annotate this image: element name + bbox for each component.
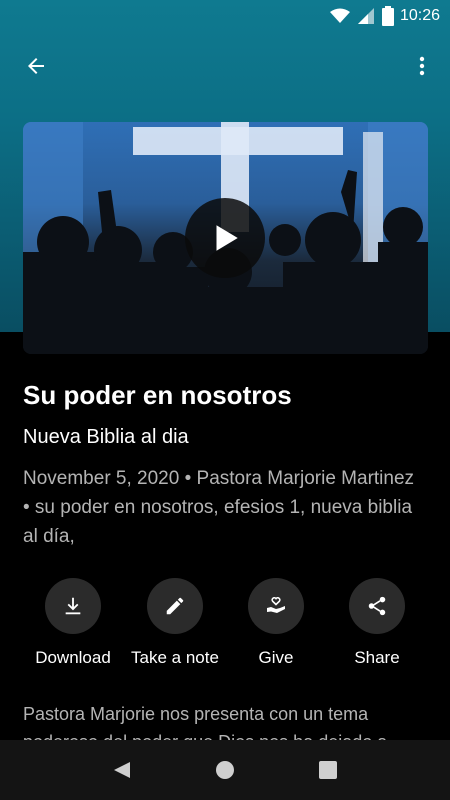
back-button[interactable] bbox=[16, 46, 56, 86]
media-title: Su poder en nosotros bbox=[23, 380, 292, 410]
give-heart-hand-icon bbox=[267, 596, 285, 613]
download-label: Download bbox=[35, 648, 111, 667]
give-circle bbox=[248, 578, 304, 634]
nav-recents-button[interactable] bbox=[304, 746, 352, 794]
play-icon bbox=[216, 225, 238, 251]
arrow-back-icon bbox=[28, 58, 44, 74]
status-icons bbox=[329, 6, 394, 26]
pencil-icon bbox=[166, 597, 184, 615]
share-label: Share bbox=[354, 648, 400, 667]
download-icon bbox=[65, 597, 81, 615]
take-note-label: Take a note bbox=[131, 648, 219, 667]
battery-icon bbox=[381, 6, 394, 26]
more-vert-icon bbox=[419, 56, 425, 76]
nav-home-button[interactable] bbox=[201, 746, 249, 794]
share-button[interactable]: Share bbox=[322, 578, 432, 674]
give-label: Give bbox=[258, 648, 294, 667]
download-button[interactable]: Download bbox=[18, 578, 128, 674]
share-circle bbox=[349, 578, 405, 634]
app-bar bbox=[0, 40, 450, 92]
nav-back-icon bbox=[113, 762, 130, 778]
wifi-icon bbox=[329, 8, 350, 23]
media-subtitle: Nueva Biblia al dia bbox=[23, 426, 189, 448]
action-row: Download Take a note Give Share bbox=[0, 578, 450, 674]
share-icon bbox=[368, 596, 386, 616]
nav-back-button[interactable] bbox=[98, 746, 146, 794]
take-note-circle bbox=[147, 578, 203, 634]
cell-signal-icon bbox=[357, 8, 374, 24]
system-nav-bar bbox=[0, 740, 450, 800]
play-button[interactable] bbox=[185, 198, 265, 278]
nav-home-icon bbox=[215, 761, 234, 779]
nav-recents-icon bbox=[319, 761, 338, 779]
download-circle bbox=[45, 578, 101, 634]
media-metadata: November 5, 2020 • Pastora Marjorie Mart… bbox=[23, 468, 415, 547]
video-thumbnail[interactable] bbox=[23, 122, 428, 354]
status-bar: 10:26 bbox=[0, 0, 450, 32]
status-time: 10:26 bbox=[399, 7, 440, 24]
give-button[interactable]: Give bbox=[221, 578, 331, 674]
more-options-button[interactable] bbox=[402, 46, 442, 86]
take-note-button[interactable]: Take a note bbox=[120, 578, 230, 674]
